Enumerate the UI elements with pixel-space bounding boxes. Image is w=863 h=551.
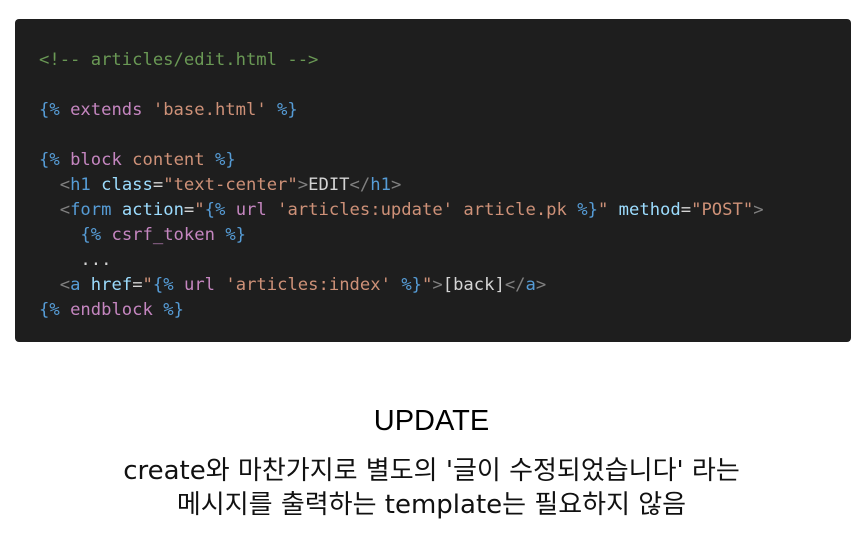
- template-keyword: url: [235, 200, 267, 220]
- section-title: UPDATE: [373, 405, 490, 437]
- template-delimiter: %}: [277, 100, 298, 120]
- code-line-anchor: <a href="{% url 'articles:index' %}">[ba…: [39, 273, 851, 298]
- code-line-h1: <h1 class="text-center">EDIT</h1>: [39, 173, 851, 198]
- code-line-comment: <!-- articles/edit.html -->: [39, 48, 851, 73]
- tag-bracket: </: [349, 175, 371, 195]
- code-line-block: {% block content %}: [39, 148, 851, 173]
- template-variable: article.pk: [463, 200, 567, 220]
- code-line-csrf: {% csrf_token %}: [39, 223, 851, 248]
- template-keyword: url: [183, 275, 216, 295]
- quote: ": [597, 200, 609, 220]
- html-attribute: method: [618, 200, 681, 220]
- template-delimiter: {%: [39, 300, 60, 320]
- html-comment: <!-- articles/edit.html -->: [39, 50, 319, 70]
- template-delimiter: %}: [401, 275, 423, 295]
- html-tag: h1: [70, 175, 91, 195]
- tag-bracket: >: [390, 175, 402, 195]
- template-keyword: endblock: [70, 300, 153, 320]
- element-text: [back]: [442, 275, 505, 295]
- html-tag: a: [70, 275, 81, 295]
- block-name: content: [132, 150, 205, 170]
- template-string: 'articles:update': [277, 200, 454, 220]
- code-block: <!-- articles/edit.html --> {% extends '…: [15, 19, 851, 342]
- description-line-1: create와 마찬가지로 별도의 '글이 수정되었습니다' 라는: [123, 456, 740, 486]
- template-delimiter: {%: [39, 150, 60, 170]
- template-delimiter: {%: [204, 200, 226, 220]
- element-text: EDIT: [308, 175, 350, 195]
- tag-bracket: >: [753, 200, 764, 220]
- attribute-value: "POST": [691, 200, 754, 220]
- equals-sign: =: [152, 175, 164, 195]
- template-delimiter: %}: [214, 150, 236, 170]
- tag-bracket: >: [535, 275, 547, 295]
- html-attribute: action: [121, 200, 184, 220]
- template-delimiter: {%: [39, 100, 60, 120]
- template-keyword: block: [70, 150, 122, 170]
- tag-bracket: <: [59, 175, 71, 195]
- code-line-ellipsis: ...: [39, 248, 851, 273]
- template-delimiter: {%: [80, 225, 102, 245]
- quote: ": [422, 275, 433, 295]
- code-line-form: <form action="{% url 'articles:update' a…: [39, 198, 851, 223]
- html-attribute: class: [101, 175, 153, 195]
- description-line-2: 메시지를 출력하는 template는 필요하지 않음: [176, 490, 687, 520]
- html-tag: h1: [370, 175, 391, 195]
- ellipsis: ...: [80, 250, 112, 270]
- code-line-extends: {% extends 'base.html' %}: [39, 98, 851, 123]
- template-delimiter: {%: [152, 275, 174, 295]
- tag-bracket: >: [297, 175, 309, 195]
- equals-sign: =: [680, 200, 692, 220]
- template-keyword: csrf_token: [111, 225, 215, 245]
- equals-sign: =: [132, 275, 143, 295]
- template-string: 'base.html': [152, 100, 267, 120]
- html-tag: form: [70, 200, 112, 220]
- tag-bracket: </: [504, 275, 526, 295]
- template-delimiter: %}: [225, 225, 247, 245]
- template-delimiter: %}: [163, 300, 184, 320]
- tag-bracket: <: [59, 275, 71, 295]
- template-keyword: extends: [70, 100, 143, 120]
- quote: ": [194, 200, 205, 220]
- template-delimiter: %}: [577, 200, 598, 220]
- tag-bracket: <: [59, 200, 71, 220]
- tag-bracket: >: [432, 275, 443, 295]
- attribute-value: "text-center": [163, 175, 298, 195]
- template-string: 'articles:index': [225, 275, 391, 295]
- equals-sign: =: [183, 200, 195, 220]
- html-attribute: href: [90, 275, 133, 295]
- html-tag: a: [525, 275, 536, 295]
- quote: ": [142, 275, 153, 295]
- code-line-endblock: {% endblock %}: [39, 298, 851, 323]
